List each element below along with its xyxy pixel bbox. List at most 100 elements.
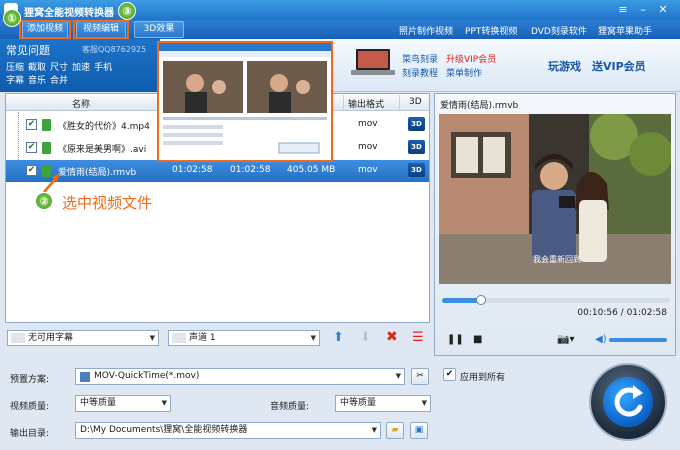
playback-time: 00:10:56 / 01:02:58 bbox=[577, 308, 667, 318]
file-icon bbox=[42, 119, 51, 131]
header-3d[interactable]: 3D bbox=[409, 97, 422, 107]
delete-icon[interactable]: ✖ bbox=[386, 329, 398, 345]
header-separator bbox=[399, 95, 400, 110]
faq-link-phone[interactable]: 手机 bbox=[94, 63, 112, 73]
preset-select[interactable]: MOV-QuickTime(*.mov) ▼ bbox=[75, 368, 405, 385]
faq-link-compress[interactable]: 压缩 bbox=[6, 63, 24, 73]
audio-icon bbox=[172, 333, 186, 343]
volume-icon[interactable]: ◀) bbox=[595, 334, 607, 346]
support-id: 客服QQ8762925 bbox=[82, 45, 147, 54]
link-photo-video[interactable]: 照片制作视频 bbox=[399, 24, 453, 37]
faq-panel: 常见问题 客服QQ8762925 压缩 截取 尺寸 加速 手机 字幕 音乐 合并 bbox=[0, 39, 160, 92]
faq-link-speed[interactable]: 加速 bbox=[72, 63, 90, 73]
link-apple-helper[interactable]: 狸窝苹果助手 bbox=[598, 24, 652, 37]
file-format: mov bbox=[358, 165, 378, 175]
file-checkbox[interactable]: ✔ bbox=[26, 142, 37, 153]
refresh-arrow-icon bbox=[614, 385, 643, 417]
chevron-down-icon: ▼ bbox=[310, 334, 316, 342]
promo-tutorial-link[interactable]: 刻录教程 bbox=[402, 66, 438, 79]
step-1-marker: ① bbox=[3, 9, 21, 27]
highlight-edit-video bbox=[73, 20, 129, 39]
faq-link-trim[interactable]: 截取 bbox=[28, 63, 46, 73]
file-end-time: 01:02:58 bbox=[230, 165, 271, 175]
settings-wrench-icon[interactable]: ✂ bbox=[411, 368, 429, 385]
snapshot-camera-icon[interactable]: 📷▾ bbox=[557, 334, 574, 346]
faq-links-row1: 压缩 截取 尺寸 加速 手机 bbox=[6, 60, 116, 73]
preview-file-title: 爱情雨(结局).rmvb bbox=[440, 101, 519, 111]
chevron-down-icon: ▼ bbox=[421, 399, 427, 407]
faq-link-size[interactable]: 尺寸 bbox=[50, 63, 68, 73]
move-up-icon[interactable]: ⬆ bbox=[333, 330, 344, 345]
seek-bar[interactable] bbox=[442, 295, 670, 305]
promo-vip-link[interactable]: 升级VIP会员 bbox=[446, 52, 496, 65]
app-title: 狸窝全能视频转换器 bbox=[24, 8, 114, 19]
step-3-marker: ③ bbox=[118, 2, 136, 20]
link-ppt-video[interactable]: PPT转换视频 bbox=[465, 24, 517, 37]
minimize-icon[interactable]: – bbox=[636, 3, 650, 17]
file-checkbox[interactable]: ✔ bbox=[26, 119, 37, 130]
file-duration: 01:02:58 bbox=[172, 165, 213, 175]
video-quality-label: 视频质量: bbox=[10, 402, 50, 412]
clear-list-icon[interactable]: ☰ bbox=[412, 330, 424, 345]
file-row-selected[interactable]: ✔ 爱情雨(结局).rmvb 01:02:58 01:02:58 405.05 … bbox=[6, 160, 429, 182]
volume-slider[interactable] bbox=[609, 338, 667, 342]
browse-folder-icon[interactable]: ▰ bbox=[386, 422, 404, 439]
faq-link-subtitle[interactable]: 字幕 bbox=[6, 76, 24, 86]
edit-preview-popup bbox=[157, 41, 333, 162]
menu-icon[interactable]: ≡ bbox=[616, 3, 630, 17]
output-dir-label: 输出目录: bbox=[10, 429, 50, 439]
seek-handle[interactable] bbox=[475, 295, 486, 305]
chevron-down-icon: ▼ bbox=[395, 372, 401, 380]
3d-badge-icon[interactable]: 3D bbox=[408, 117, 425, 131]
header-separator bbox=[343, 95, 344, 110]
promo-burn-link[interactable]: 菜鸟刻录 bbox=[402, 52, 438, 65]
audio-quality-select[interactable]: 中等质量 ▼ bbox=[335, 395, 431, 412]
file-checkbox[interactable]: ✔ bbox=[26, 165, 37, 176]
laptop-ad-icon bbox=[351, 49, 395, 75]
open-folder-icon[interactable]: ▣ bbox=[410, 422, 428, 439]
file-name: 爱情雨(结局).rmvb bbox=[58, 168, 137, 178]
audio-track-select[interactable]: 声道 1 ▼ bbox=[168, 330, 320, 346]
preview-panel: 爱情雨(结局).rmvb 我会重新回到 00:10:56 / 01:02:58 … bbox=[434, 93, 676, 356]
game-link[interactable]: 玩游戏 bbox=[548, 58, 581, 74]
subtitle-icon bbox=[11, 333, 25, 343]
convert-button[interactable] bbox=[589, 363, 667, 441]
3d-badge-icon[interactable]: 3D bbox=[408, 140, 425, 154]
apply-all-checkbox[interactable]: ✔ bbox=[443, 368, 456, 381]
convert-icon bbox=[603, 377, 653, 427]
highlight-add-video bbox=[19, 20, 71, 39]
chevron-down-icon: ▼ bbox=[161, 399, 167, 407]
faq-title: 常见问题 bbox=[6, 44, 50, 57]
stop-icon[interactable]: ■ bbox=[473, 334, 482, 346]
preset-label: 预置方案: bbox=[10, 375, 50, 385]
chevron-down-icon: ▼ bbox=[149, 334, 155, 342]
seek-bar-progress bbox=[442, 298, 481, 303]
header-name[interactable]: 名称 bbox=[72, 97, 90, 110]
video-player[interactable]: 我会重新回到 bbox=[439, 114, 671, 284]
audio-quality-label: 音频质量: bbox=[270, 402, 310, 412]
subtitle-select[interactable]: 无可用字幕 ▼ bbox=[7, 330, 159, 346]
faq-link-merge[interactable]: 合并 bbox=[50, 76, 68, 86]
file-name: 《胜女的代价》4.mp4 bbox=[58, 122, 150, 132]
3d-badge-icon[interactable]: 3D bbox=[408, 163, 425, 177]
file-icon bbox=[42, 142, 51, 154]
chevron-down-icon: ▼ bbox=[371, 426, 377, 434]
3d-effect-button[interactable]: 3D效果 bbox=[134, 21, 184, 38]
step-2-marker: ② bbox=[35, 192, 53, 210]
pause-icon[interactable]: ❚❚ bbox=[447, 334, 464, 346]
video-subtitle-text: 我会重新回到 bbox=[533, 255, 581, 264]
faq-link-music[interactable]: 音乐 bbox=[28, 76, 46, 86]
header-output-format[interactable]: 输出格式 bbox=[348, 97, 384, 110]
free-vip-link[interactable]: 送VIP会员 bbox=[592, 58, 646, 74]
promo-menu-link[interactable]: 菜单制作 bbox=[446, 66, 482, 79]
output-dir-field[interactable]: D:\My Documents\狸窝\全能视频转换器 ▼ bbox=[75, 422, 381, 439]
link-dvd-burn[interactable]: DVD刻录软件 bbox=[531, 24, 587, 37]
title-bar: 狸窝全能视频转换器 ≡ – ✕ bbox=[0, 0, 680, 20]
move-down-icon[interactable]: ⬇ bbox=[360, 330, 371, 345]
file-name: 《原来是美男啊》.avi bbox=[58, 145, 147, 155]
select-file-annotation: 选中视频文件 bbox=[62, 194, 153, 212]
video-quality-select[interactable]: 中等质量 ▼ bbox=[75, 395, 171, 412]
faq-links-row2: 字幕 音乐 合并 bbox=[6, 73, 72, 86]
close-icon[interactable]: ✕ bbox=[656, 3, 670, 17]
file-format: mov bbox=[358, 142, 378, 152]
